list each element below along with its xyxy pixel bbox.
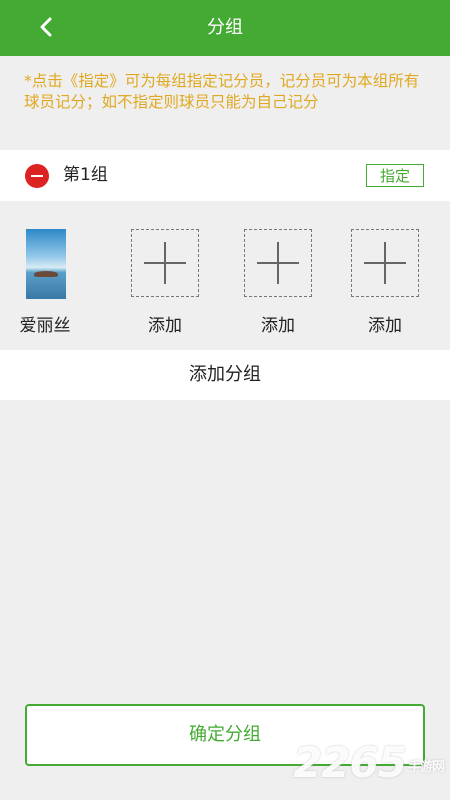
top-bar: 分组 [0,0,450,56]
watermark-sub: 手游网 [407,760,445,775]
plus-icon[interactable] [351,229,419,297]
avatar-rock-shape [34,271,58,277]
add-member-label: 添加 [148,316,182,336]
member-name: 爱丽丝 [19,316,71,336]
watermark-logo: 2265 手游网 [293,738,445,787]
assign-scorer-button[interactable]: 指定 [366,164,424,187]
add-member-slot[interactable]: 添加 [340,213,430,343]
plus-icon[interactable] [244,229,312,297]
plus-icon[interactable] [131,229,199,297]
add-member-label: 添加 [261,316,295,336]
add-member-slot[interactable]: 添加 [233,213,323,343]
group-row: 第1组 指定 [0,150,450,201]
page-title: 分组 [207,17,243,38]
group-name: 第1组 [63,165,108,185]
add-member-slot[interactable]: 添加 [120,213,210,343]
avatar [26,229,66,299]
watermark-main: 2265 [293,738,407,787]
minus-circle-icon[interactable] [25,164,49,188]
add-member-label: 添加 [368,316,402,336]
member-item[interactable]: 爱丽丝 [0,213,90,343]
add-group-button[interactable]: 添加分组 [0,350,450,400]
member-list: 爱丽丝 添加 添加 添加 [0,213,450,349]
instruction-notice: *点击《指定》可为每组指定记分员，记分员可为本组所有球员记分；如不指定则球员只能… [24,72,420,111]
